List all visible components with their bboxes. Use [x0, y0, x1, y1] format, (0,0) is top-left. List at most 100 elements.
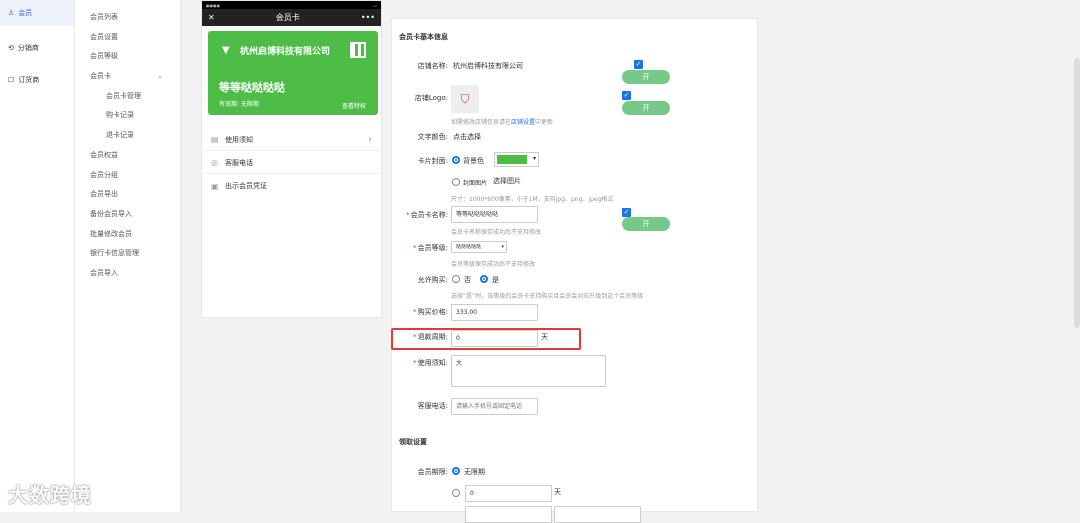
shop-logo-icon: ▼: [222, 45, 230, 56]
period-days-unit: 天: [554, 488, 561, 496]
menu-member-settings[interactable]: 会员设置: [75, 28, 180, 48]
nav-distributor[interactable]: ⟲ 分销商: [0, 35, 74, 61]
caret-down-icon: ▾: [501, 244, 504, 250]
period-end-input[interactable]: [554, 506, 641, 523]
buy-hint: 选择“是”时，该等级的会员卡支持购买且会员会对应升级到这个会员等级: [451, 293, 644, 300]
caret-down-icon: ▾: [532, 155, 536, 162]
chevron-down-icon: ⌄: [157, 72, 163, 81]
notice-textarea[interactable]: 大: [451, 355, 606, 387]
primary-nav: ♙ 会员 ⟲ 分销商 ☐ 订货商: [0, 0, 75, 512]
menu-member-rights[interactable]: 会员权益: [75, 146, 180, 166]
logo-checkbox[interactable]: ✓: [622, 91, 631, 100]
cover-label: 卡片封面:: [417, 157, 448, 165]
menu-card-manage[interactable]: 会员卡管理: [75, 87, 180, 107]
shop-name-value: 杭州启博科技有限公司: [453, 62, 523, 70]
menu-member-import[interactable]: 会员导入: [75, 264, 180, 284]
service-icon: ◎: [211, 158, 218, 167]
phone-row-credential[interactable]: ▣ 出示会员凭证: [203, 175, 382, 197]
card-name-checkbox[interactable]: ✓: [622, 208, 631, 217]
document-icon: ▤: [211, 135, 219, 144]
highlight-box: [391, 328, 581, 350]
cover-bg-radio[interactable]: [452, 156, 460, 164]
period-label: 会员期限:: [417, 468, 448, 476]
shop-logo-image: ⛉: [451, 85, 479, 113]
logo-hint: 如需修改店铺信息请在店铺设置中更新: [451, 119, 554, 126]
secondary-nav: 会员列表 会员设置 会员等级 会员卡 ⌄ 会员卡管理 购卡记录 退卡记录 会员权益…: [75, 0, 181, 512]
more-icon[interactable]: •••: [361, 13, 375, 22]
tel-input[interactable]: [451, 398, 538, 415]
page-scrollbar[interactable]: [1074, 58, 1080, 328]
cover-bg-label: 背景色: [463, 157, 484, 165]
level-select[interactable]: 哒哒哒哒哒 ▾: [451, 241, 507, 253]
menu-bank-card[interactable]: 银行卡信息管理: [75, 244, 180, 264]
choose-image-button[interactable]: 选择图片: [493, 176, 521, 186]
nav-order[interactable]: ☐ 订货商: [0, 67, 74, 93]
card-shop-name: 杭州启博科技有限公司: [240, 47, 331, 57]
watermark: 大数跨境: [8, 483, 92, 507]
menu-backup-import[interactable]: 备份会员导入: [75, 205, 180, 225]
period-unlimited-radio[interactable]: [452, 467, 460, 475]
phone-title: 会员卡: [275, 13, 300, 22]
buy-yes-label: 是: [492, 276, 499, 284]
cover-image-radio[interactable]: [452, 178, 460, 186]
menu-card-refund[interactable]: 退卡记录: [75, 126, 180, 146]
period-start-input[interactable]: [465, 506, 552, 523]
shop-name-label: 店铺名称:: [417, 62, 448, 70]
cover-color-picker[interactable]: ▾: [494, 152, 539, 167]
card-name-toggle[interactable]: 开: [622, 217, 670, 231]
menu-member-card[interactable]: 会员卡 ⌄: [75, 67, 180, 87]
shop-name-toggle[interactable]: 开: [622, 70, 670, 84]
notice-label: *使用须知:: [413, 359, 448, 367]
buy-no-radio[interactable]: [452, 275, 460, 283]
card-name-input[interactable]: 等等哒哒哒哒哒: [451, 206, 538, 223]
level-hint: 会员等级保存成功后不支持修改: [451, 261, 536, 268]
menu-member-list[interactable]: 会员列表: [75, 8, 180, 28]
menu-batch-edit[interactable]: 批量修改会员: [75, 225, 180, 245]
section-receive-title: 领取设置: [399, 438, 427, 446]
menu-member-export[interactable]: 会员导出: [75, 185, 180, 205]
tel-label: 客服电话:: [417, 402, 448, 410]
menu-member-level[interactable]: 会员等级: [75, 47, 180, 67]
chevron-right-icon: ›: [368, 134, 372, 145]
user-icon: ♙: [8, 9, 15, 17]
qr-code-icon[interactable]: [350, 42, 366, 58]
color-swatch: [497, 155, 527, 164]
status-bar: ●●●● ▭: [202, 1, 381, 9]
phone-row-service[interactable]: ◎ 客服电话: [203, 152, 382, 174]
card-icon: ▣: [211, 181, 219, 191]
allow-buy-label: 允许购买:: [417, 276, 448, 284]
card-name: 等等哒哒哒哒: [219, 81, 285, 94]
buy-no-label: 否: [464, 276, 471, 284]
order-icon: ☐: [8, 76, 15, 84]
logo-label: 店铺Logo:: [414, 94, 448, 102]
logo-toggle[interactable]: 开: [622, 101, 670, 115]
nav-member[interactable]: ♙ 会员: [0, 0, 74, 26]
phone-title-bar: ✕ 会员卡 •••: [202, 9, 381, 26]
phone-preview: ●●●● ▭ ✕ 会员卡 ••• ▼ 杭州启博科技有限公司 等等哒哒哒哒 有效期:…: [201, 0, 382, 318]
period-unlimited-label: 无限期: [464, 468, 485, 476]
view-privileges-link[interactable]: 查看特权: [342, 101, 366, 110]
buy-yes-radio[interactable]: [480, 275, 488, 283]
text-color-picker[interactable]: 点击选择: [453, 132, 481, 142]
card-name-hint: 会员卡名称保存成功后不支持修改: [451, 229, 542, 236]
section-basic-title: 会员卡基本信息: [399, 33, 448, 41]
period-days-radio[interactable]: [452, 489, 460, 497]
share-icon: ⟲: [8, 44, 14, 52]
phone-row-notice[interactable]: ▤ 使用须知 ›: [203, 129, 382, 151]
price-input[interactable]: 333.00: [451, 304, 538, 321]
cover-hint: 尺寸：1000*600像素，小于1M，支持jpg、png、jpeg格式: [451, 196, 614, 203]
menu-member-group[interactable]: 会员分组: [75, 166, 180, 186]
menu-card-purchase[interactable]: 购卡记录: [75, 106, 180, 126]
card-name-label: *会员卡名称:: [406, 211, 448, 219]
close-icon[interactable]: ✕: [208, 13, 215, 22]
card-expiry: 有效期: 无限期: [219, 101, 259, 108]
cover-image-label: 封面图片: [463, 180, 488, 187]
card-form: 会员卡基本信息 店铺名称: 杭州启博科技有限公司 ✓ 开 店铺Logo: ⛉ ✓…: [391, 18, 758, 523]
period-days-input[interactable]: 0: [465, 485, 552, 502]
price-label: *购买价格:: [413, 308, 448, 316]
member-card-preview: ▼ 杭州启博科技有限公司 等等哒哒哒哒 有效期: 无限期 查看特权: [208, 31, 378, 115]
level-label: *会员等级:: [413, 244, 448, 252]
shop-name-checkbox[interactable]: ✓: [634, 60, 643, 69]
text-color-label: 文字颜色:: [417, 133, 448, 141]
shop-settings-link[interactable]: 店铺设置: [511, 119, 535, 126]
